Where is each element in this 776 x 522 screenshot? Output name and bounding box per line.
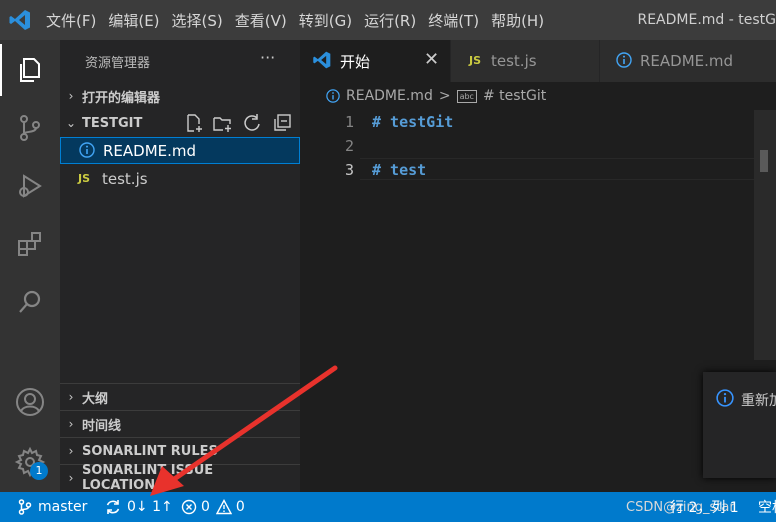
tab-welcome[interactable]: 开始 ✕: [300, 40, 450, 82]
line-number: 2: [344, 137, 354, 155]
tab-label: 开始: [340, 53, 371, 71]
line-number: 3: [344, 161, 354, 179]
git-branch-icon: [18, 499, 32, 515]
section-outline[interactable]: › 大纲: [60, 384, 300, 410]
section-label: SONARLINT ISSUE LOCATIONS: [81, 463, 214, 493]
section-sonarlint-issue-locations[interactable]: › SONARLINT ISSUE LOCATIONS: [60, 463, 300, 493]
vscode-logo-icon: [312, 50, 332, 70]
file-name: test.js: [102, 170, 148, 188]
chevron-right-icon: ›: [68, 471, 74, 485]
notification-text: 重新加: [741, 393, 776, 409]
menu-bar: 文件(F) 编辑(E) 选择(S) 查看(V) 转到(G) 运行(R) 终端(T…: [40, 0, 550, 40]
accounts-icon[interactable]: [0, 374, 60, 430]
error-count: 0: [201, 499, 210, 515]
file-name: README.md: [103, 142, 197, 160]
menu-terminal[interactable]: 终端(T): [422, 10, 485, 31]
section-timeline[interactable]: › 时间线: [60, 411, 300, 437]
tab-label: README.md: [640, 52, 734, 70]
section-label: 时间线: [82, 418, 122, 434]
line-text: # testGit: [372, 113, 454, 131]
folder-label: TESTGIT: [82, 115, 143, 131]
new-file-icon[interactable]: [184, 113, 204, 133]
breadcrumb-file[interactable]: README.md: [346, 88, 433, 104]
chevron-right-icon: ›: [68, 444, 74, 458]
tab-readme[interactable]: README.md: [600, 40, 776, 82]
menu-view[interactable]: 查看(V): [229, 10, 293, 31]
folder-header[interactable]: ⌄ TESTGIT: [60, 110, 300, 136]
status-bar: master 0↓ 1↑ 0 0 CSDN@zing_star 行 2，列 1 …: [0, 492, 776, 522]
js-icon: JS: [469, 54, 482, 67]
breadcrumb-separator: >: [438, 88, 451, 104]
section-open-editors[interactable]: › 打开的编辑器: [60, 83, 300, 109]
code-line: 2: [300, 134, 776, 158]
source-control-icon[interactable]: [0, 100, 60, 156]
chevron-right-icon: ›: [68, 89, 74, 103]
chevron-right-icon: ›: [68, 390, 74, 404]
symbol-string-icon: abc: [456, 89, 477, 103]
activity-bar: 1: [0, 40, 60, 492]
code-line: 1 # testGit: [300, 110, 776, 134]
sync-counts: 0↓ 1↑: [127, 499, 173, 515]
explorer-sidebar: 资源管理器 ··· › 打开的编辑器 ⌄ TESTGIT README.md J…: [60, 40, 300, 493]
extensions-icon[interactable]: [0, 216, 60, 272]
notification-toast[interactable]: 重新加: [703, 372, 776, 478]
chevron-down-icon: ⌄: [65, 116, 77, 130]
section-label: SONARLINT RULES: [82, 443, 218, 459]
error-icon: [181, 499, 197, 515]
close-icon[interactable]: ✕: [424, 49, 439, 70]
refresh-icon[interactable]: [242, 113, 262, 133]
more-actions-button[interactable]: ···: [260, 48, 275, 67]
breadcrumb-symbol[interactable]: # testGit: [483, 88, 546, 104]
breadcrumb: README.md > abc # testGit: [300, 82, 776, 110]
tab-label: test.js: [491, 52, 537, 70]
sidebar-title: 资源管理器: [85, 56, 151, 71]
info-icon: [326, 89, 340, 103]
info-icon: [716, 389, 734, 407]
menu-go[interactable]: 转到(G): [293, 10, 358, 31]
menu-help[interactable]: 帮助(H): [485, 10, 550, 31]
chevron-right-icon: ›: [68, 417, 74, 431]
menu-selection[interactable]: 选择(S): [166, 10, 229, 31]
file-item-testjs[interactable]: JS test.js: [60, 166, 300, 192]
explorer-icon[interactable]: [0, 42, 60, 98]
file-item-readme[interactable]: README.md: [60, 137, 300, 164]
indentation[interactable]: 空格: [758, 492, 776, 522]
js-icon: JS: [78, 172, 91, 185]
tab-test-js[interactable]: JS test.js: [451, 40, 599, 82]
info-icon: [79, 142, 95, 158]
cursor-position[interactable]: 行 2，列 1: [670, 492, 739, 522]
menu-run[interactable]: 运行(R): [358, 10, 422, 31]
section-label: 大纲: [82, 391, 109, 407]
minimap-scrollbar[interactable]: [754, 110, 776, 360]
warning-count: 0: [235, 499, 245, 515]
warning-icon: [215, 499, 232, 515]
search-icon[interactable]: [0, 274, 60, 330]
section-label: 打开的编辑器: [82, 90, 161, 106]
manage-gear-icon[interactable]: [0, 434, 60, 490]
sync-icon: [104, 498, 122, 516]
branch-name: master: [38, 499, 88, 515]
current-line-highlight: [360, 158, 756, 180]
accounts-badge: 1: [30, 462, 48, 480]
window-title: README.md - testG: [637, 12, 776, 28]
run-debug-icon[interactable]: [0, 158, 60, 214]
sync-indicator[interactable]: 0↓ 1↑: [104, 492, 173, 522]
branch-indicator[interactable]: master: [18, 492, 87, 522]
collapse-all-icon[interactable]: [272, 113, 292, 133]
scrollbar-thumb[interactable]: [760, 150, 768, 172]
menu-edit[interactable]: 编辑(E): [102, 10, 165, 31]
editor-tab-bar: 开始 ✕ JS test.js README.md: [300, 40, 776, 82]
problems-indicator[interactable]: 0 0: [181, 492, 245, 522]
info-icon: [616, 52, 632, 68]
section-sonarlint-rules[interactable]: › SONARLINT RULES: [60, 438, 300, 464]
line-number: 1: [344, 113, 354, 131]
vscode-logo-icon: [8, 8, 32, 32]
new-folder-icon[interactable]: [212, 113, 232, 133]
title-bar: 文件(F) 编辑(E) 选择(S) 查看(V) 转到(G) 运行(R) 终端(T…: [0, 0, 776, 40]
menu-file[interactable]: 文件(F): [40, 10, 102, 31]
